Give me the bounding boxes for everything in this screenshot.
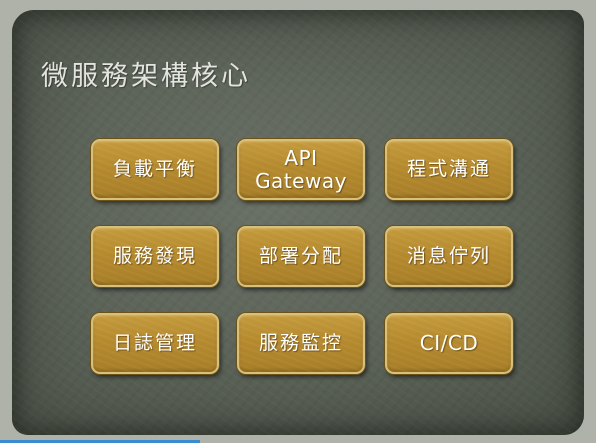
tile-label: 服務發現 <box>112 244 197 267</box>
slide-title: 微服務架構核心 <box>41 61 251 92</box>
tile-program-communication[interactable]: 程式溝通 <box>385 139 513 200</box>
tile-service-monitoring[interactable]: 服務監控 <box>237 313 365 374</box>
slide-background: 微服務架構核心 負載平衡 API Gateway 程式溝通 服務發現 部署分配 … <box>0 0 596 443</box>
tile-label: 日誌管理 <box>112 331 197 354</box>
tile-label: API Gateway <box>255 145 347 193</box>
tile-deployment-allocation[interactable]: 部署分配 <box>237 226 365 287</box>
tile-load-balancing[interactable]: 負載平衡 <box>91 139 219 200</box>
tile-label: 服務監控 <box>258 331 343 354</box>
tile-message-queue[interactable]: 消息佇列 <box>385 226 513 287</box>
tile-label: 程式溝通 <box>406 157 491 180</box>
tile-label: 部署分配 <box>258 244 343 267</box>
tile-label: 負載平衡 <box>112 157 197 180</box>
tile-api-gateway[interactable]: API Gateway <box>237 139 365 200</box>
tile-label: 消息佇列 <box>406 244 491 267</box>
tile-ci-cd[interactable]: CI/CD <box>385 313 513 374</box>
tile-label: CI/CD <box>419 331 479 355</box>
tile-log-management[interactable]: 日誌管理 <box>91 313 219 374</box>
tile-service-discovery[interactable]: 服務發現 <box>91 226 219 287</box>
